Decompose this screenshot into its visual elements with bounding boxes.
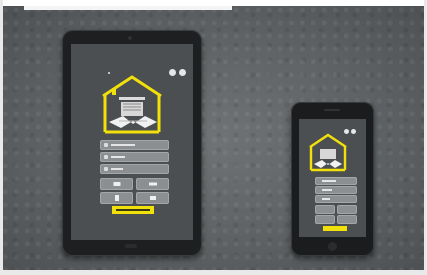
username-field[interactable] (100, 140, 169, 150)
power-button[interactable] (136, 178, 169, 190)
user-button[interactable] (315, 215, 335, 224)
field-placeholder (322, 189, 332, 191)
bottom-border (0, 270, 427, 275)
tablet-screen (71, 44, 193, 240)
home-button[interactable] (315, 205, 335, 214)
username-field[interactable] (315, 177, 357, 185)
field-placeholder (322, 198, 330, 200)
extra-field[interactable] (315, 195, 357, 203)
phone-device (291, 102, 374, 256)
house-logo-icon (309, 133, 347, 172)
phone-home-button[interactable] (328, 242, 337, 251)
status-circle-icon (351, 129, 356, 134)
lock-icon (104, 155, 108, 159)
password-field[interactable] (315, 186, 357, 194)
power-button[interactable] (337, 205, 357, 214)
user-icon (104, 143, 108, 147)
status-circle-icon (169, 69, 176, 76)
top-edge-highlight (24, 6, 232, 10)
left-border (0, 0, 3, 275)
house-logo-icon (102, 75, 162, 134)
settings-button[interactable] (136, 192, 169, 204)
phone-screen (299, 119, 366, 237)
settings-button[interactable] (337, 215, 357, 224)
tablet-camera (128, 36, 132, 40)
power-icon (148, 182, 157, 186)
phone-speaker (324, 109, 340, 111)
field-placeholder (111, 156, 125, 158)
connect-button[interactable] (323, 226, 347, 231)
user-button[interactable] (100, 192, 133, 204)
person-icon (114, 195, 119, 201)
tablet-home-button[interactable] (125, 244, 137, 248)
extra-field[interactable] (100, 164, 169, 174)
info-icon (104, 167, 108, 171)
field-placeholder (111, 144, 135, 146)
connect-button-label (116, 209, 150, 211)
home-icon (113, 182, 120, 186)
field-placeholder (322, 180, 336, 182)
status-circle-icon (179, 69, 186, 76)
connect-button[interactable] (112, 206, 154, 214)
field-placeholder (111, 168, 123, 170)
gear-icon (149, 196, 156, 200)
tablet-device (62, 30, 202, 256)
password-field[interactable] (100, 152, 169, 162)
photo-frame (0, 0, 427, 275)
home-button[interactable] (100, 178, 133, 190)
